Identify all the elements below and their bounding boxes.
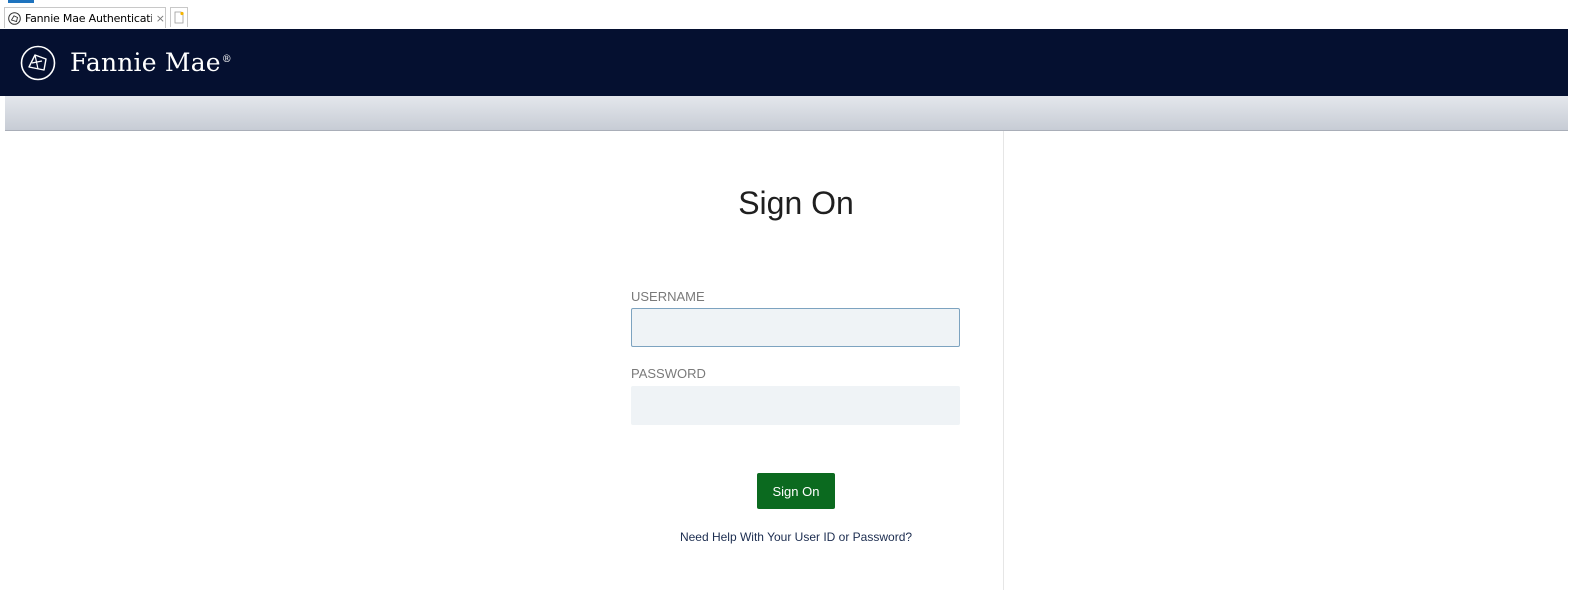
password-input[interactable] xyxy=(631,386,960,425)
column-divider xyxy=(1003,131,1004,590)
browser-tab[interactable]: Fannie Mae Authentication ... × xyxy=(4,7,166,28)
new-tab-icon[interactable] xyxy=(170,7,188,27)
page-title: Sign On xyxy=(738,185,854,221)
fannie-mae-house-logo-icon[interactable] xyxy=(20,45,56,81)
username-label: USERNAME xyxy=(631,289,705,304)
browser-accent xyxy=(8,0,34,3)
browser-top-strip xyxy=(0,0,1587,6)
brand-text: Fannie Mae xyxy=(70,48,221,77)
site-header: Fannie Mae® xyxy=(0,29,1568,96)
navigation-band xyxy=(5,96,1568,131)
fannie-mae-logo-icon xyxy=(8,11,21,25)
brand-name[interactable]: Fannie Mae® xyxy=(70,48,232,77)
help-link[interactable]: Need Help With Your User ID or Password? xyxy=(631,530,961,544)
close-icon[interactable]: × xyxy=(156,12,165,25)
password-label: PASSWORD xyxy=(631,366,706,381)
username-input[interactable] xyxy=(631,308,960,347)
browser-tab-title: Fannie Mae Authentication ... xyxy=(25,11,152,25)
browser-tab-strip: Fannie Mae Authentication ... × xyxy=(0,0,1587,29)
sign-on-button[interactable]: Sign On xyxy=(757,473,835,509)
brand-registered-mark: ® xyxy=(221,53,232,65)
